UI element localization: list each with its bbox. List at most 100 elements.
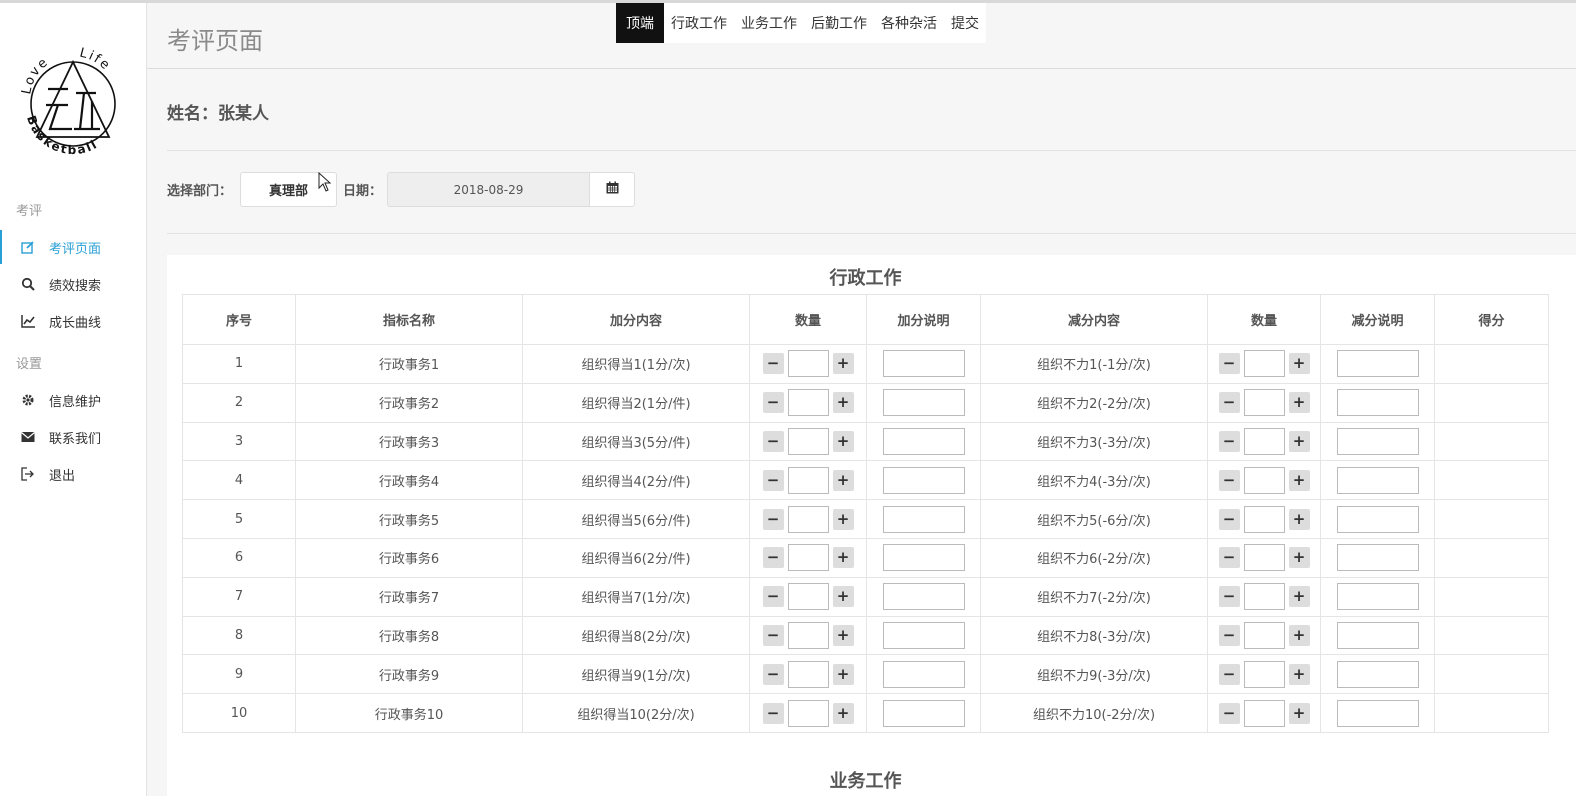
bonus-note-input[interactable] [882, 350, 965, 378]
bonus-quantity-input[interactable] [787, 466, 829, 494]
increment-button[interactable]: + [1288, 663, 1310, 685]
decrement-button[interactable]: − [1218, 702, 1240, 724]
deduction-quantity-input[interactable] [1243, 621, 1285, 649]
envelope-icon [20, 429, 36, 445]
increment-button[interactable]: + [832, 624, 854, 646]
deduction-quantity-input[interactable] [1243, 660, 1285, 688]
bonus-note-input[interactable] [882, 505, 965, 533]
bonus-note-input[interactable] [882, 660, 965, 688]
decrement-button[interactable]: − [762, 586, 784, 608]
deduction-note-cell [1320, 382, 1435, 423]
decrement-button[interactable]: − [1218, 663, 1240, 685]
increment-button[interactable]: + [832, 508, 854, 530]
bonus-quantity-input[interactable] [787, 389, 829, 417]
bonus-quantity-input[interactable] [787, 699, 829, 727]
increment-button[interactable]: + [1288, 353, 1310, 375]
bonus-note-input[interactable] [882, 583, 965, 611]
bonus-quantity-input[interactable] [787, 660, 829, 688]
row-number: 3 [182, 421, 296, 462]
decrement-button[interactable]: − [762, 663, 784, 685]
sidebar-item-growth-curve[interactable]: 成长曲线 [0, 304, 146, 338]
sidebar-item-logout[interactable]: 退出 [0, 457, 146, 491]
decrement-button[interactable]: − [762, 469, 784, 491]
increment-button[interactable]: + [1288, 469, 1310, 491]
mouse-cursor [318, 172, 332, 192]
calendar-button[interactable] [589, 172, 635, 207]
decrement-button[interactable]: − [1218, 624, 1240, 646]
increment-button[interactable]: + [1288, 547, 1310, 569]
increment-button[interactable]: + [832, 547, 854, 569]
deduction-note-input[interactable] [1336, 466, 1419, 494]
sidebar-item-review-page[interactable]: 考评页面 [0, 230, 146, 264]
decrement-button[interactable]: − [762, 430, 784, 452]
deduction-quantity-input[interactable] [1243, 505, 1285, 533]
deduction-note-input[interactable] [1336, 427, 1419, 455]
bonus-note-input[interactable] [882, 466, 965, 494]
decrement-button[interactable]: − [762, 508, 784, 530]
increment-button[interactable]: + [832, 353, 854, 375]
bonus-note-input[interactable] [882, 427, 965, 455]
deduction-quantity-input[interactable] [1243, 544, 1285, 572]
sidebar-item-performance-search[interactable]: 绩效搜索 [0, 267, 146, 301]
increment-button[interactable]: + [832, 469, 854, 491]
deduction-note-input[interactable] [1336, 583, 1419, 611]
tab-top[interactable]: 顶端 [616, 3, 664, 43]
deduction-quantity-input[interactable] [1243, 466, 1285, 494]
decrement-button[interactable]: − [762, 353, 784, 375]
deduction-quantity-input[interactable] [1243, 583, 1285, 611]
deduction-quantity-input[interactable] [1243, 350, 1285, 378]
deduction-quantity-input[interactable] [1243, 427, 1285, 455]
bonus-quantity-input[interactable] [787, 583, 829, 611]
deduction-quantity-input[interactable] [1243, 389, 1285, 417]
deduction-note-input[interactable] [1336, 699, 1419, 727]
tab-submit[interactable]: 提交 [944, 3, 986, 43]
sidebar-item-info-maintenance[interactable]: 信息维护 [0, 383, 146, 417]
bonus-note-input[interactable] [882, 389, 965, 417]
decrement-button[interactable]: − [1218, 430, 1240, 452]
decrement-button[interactable]: − [762, 624, 784, 646]
deduction-note-input[interactable] [1336, 544, 1419, 572]
bonus-stepper: − + [762, 699, 854, 727]
date-input[interactable]: 2018-08-29 [387, 172, 590, 207]
deduction-note-input[interactable] [1336, 621, 1419, 649]
decrement-button[interactable]: − [1218, 508, 1240, 530]
sidebar-item-contact-us[interactable]: 联系我们 [0, 420, 146, 454]
deduction-note-input[interactable] [1336, 505, 1419, 533]
increment-button[interactable]: + [1288, 586, 1310, 608]
bonus-quantity-input[interactable] [787, 350, 829, 378]
increment-button[interactable]: + [832, 430, 854, 452]
increment-button[interactable]: + [832, 702, 854, 724]
tab-logistics-work[interactable]: 后勤工作 [804, 3, 874, 43]
deduction-stepper: − + [1218, 466, 1310, 494]
decrement-button[interactable]: − [1218, 392, 1240, 414]
increment-button[interactable]: + [1288, 430, 1310, 452]
tab-administrative-work[interactable]: 行政工作 [664, 3, 734, 43]
tab-misc-tasks[interactable]: 各种杂活 [874, 3, 944, 43]
deduction-note-input[interactable] [1336, 389, 1419, 417]
bonus-quantity-input[interactable] [787, 505, 829, 533]
decrement-button[interactable]: − [1218, 547, 1240, 569]
decrement-button[interactable]: − [1218, 353, 1240, 375]
bonus-quantity-input[interactable] [787, 621, 829, 649]
decrement-button[interactable]: − [762, 392, 784, 414]
deduction-note-input[interactable] [1336, 350, 1419, 378]
bonus-quantity-input[interactable] [787, 544, 829, 572]
increment-button[interactable]: + [832, 586, 854, 608]
increment-button[interactable]: + [1288, 624, 1310, 646]
increment-button[interactable]: + [832, 392, 854, 414]
decrement-button[interactable]: − [762, 547, 784, 569]
bonus-note-input[interactable] [882, 544, 965, 572]
bonus-note-input[interactable] [882, 621, 965, 649]
increment-button[interactable]: + [832, 663, 854, 685]
increment-button[interactable]: + [1288, 702, 1310, 724]
deduction-quantity-input[interactable] [1243, 699, 1285, 727]
deduction-note-input[interactable] [1336, 660, 1419, 688]
decrement-button[interactable]: − [1218, 469, 1240, 491]
increment-button[interactable]: + [1288, 508, 1310, 530]
tab-business-work[interactable]: 业务工作 [734, 3, 804, 43]
bonus-quantity-input[interactable] [787, 427, 829, 455]
decrement-button[interactable]: − [1218, 586, 1240, 608]
increment-button[interactable]: + [1288, 392, 1310, 414]
bonus-note-input[interactable] [882, 699, 965, 727]
decrement-button[interactable]: − [762, 702, 784, 724]
